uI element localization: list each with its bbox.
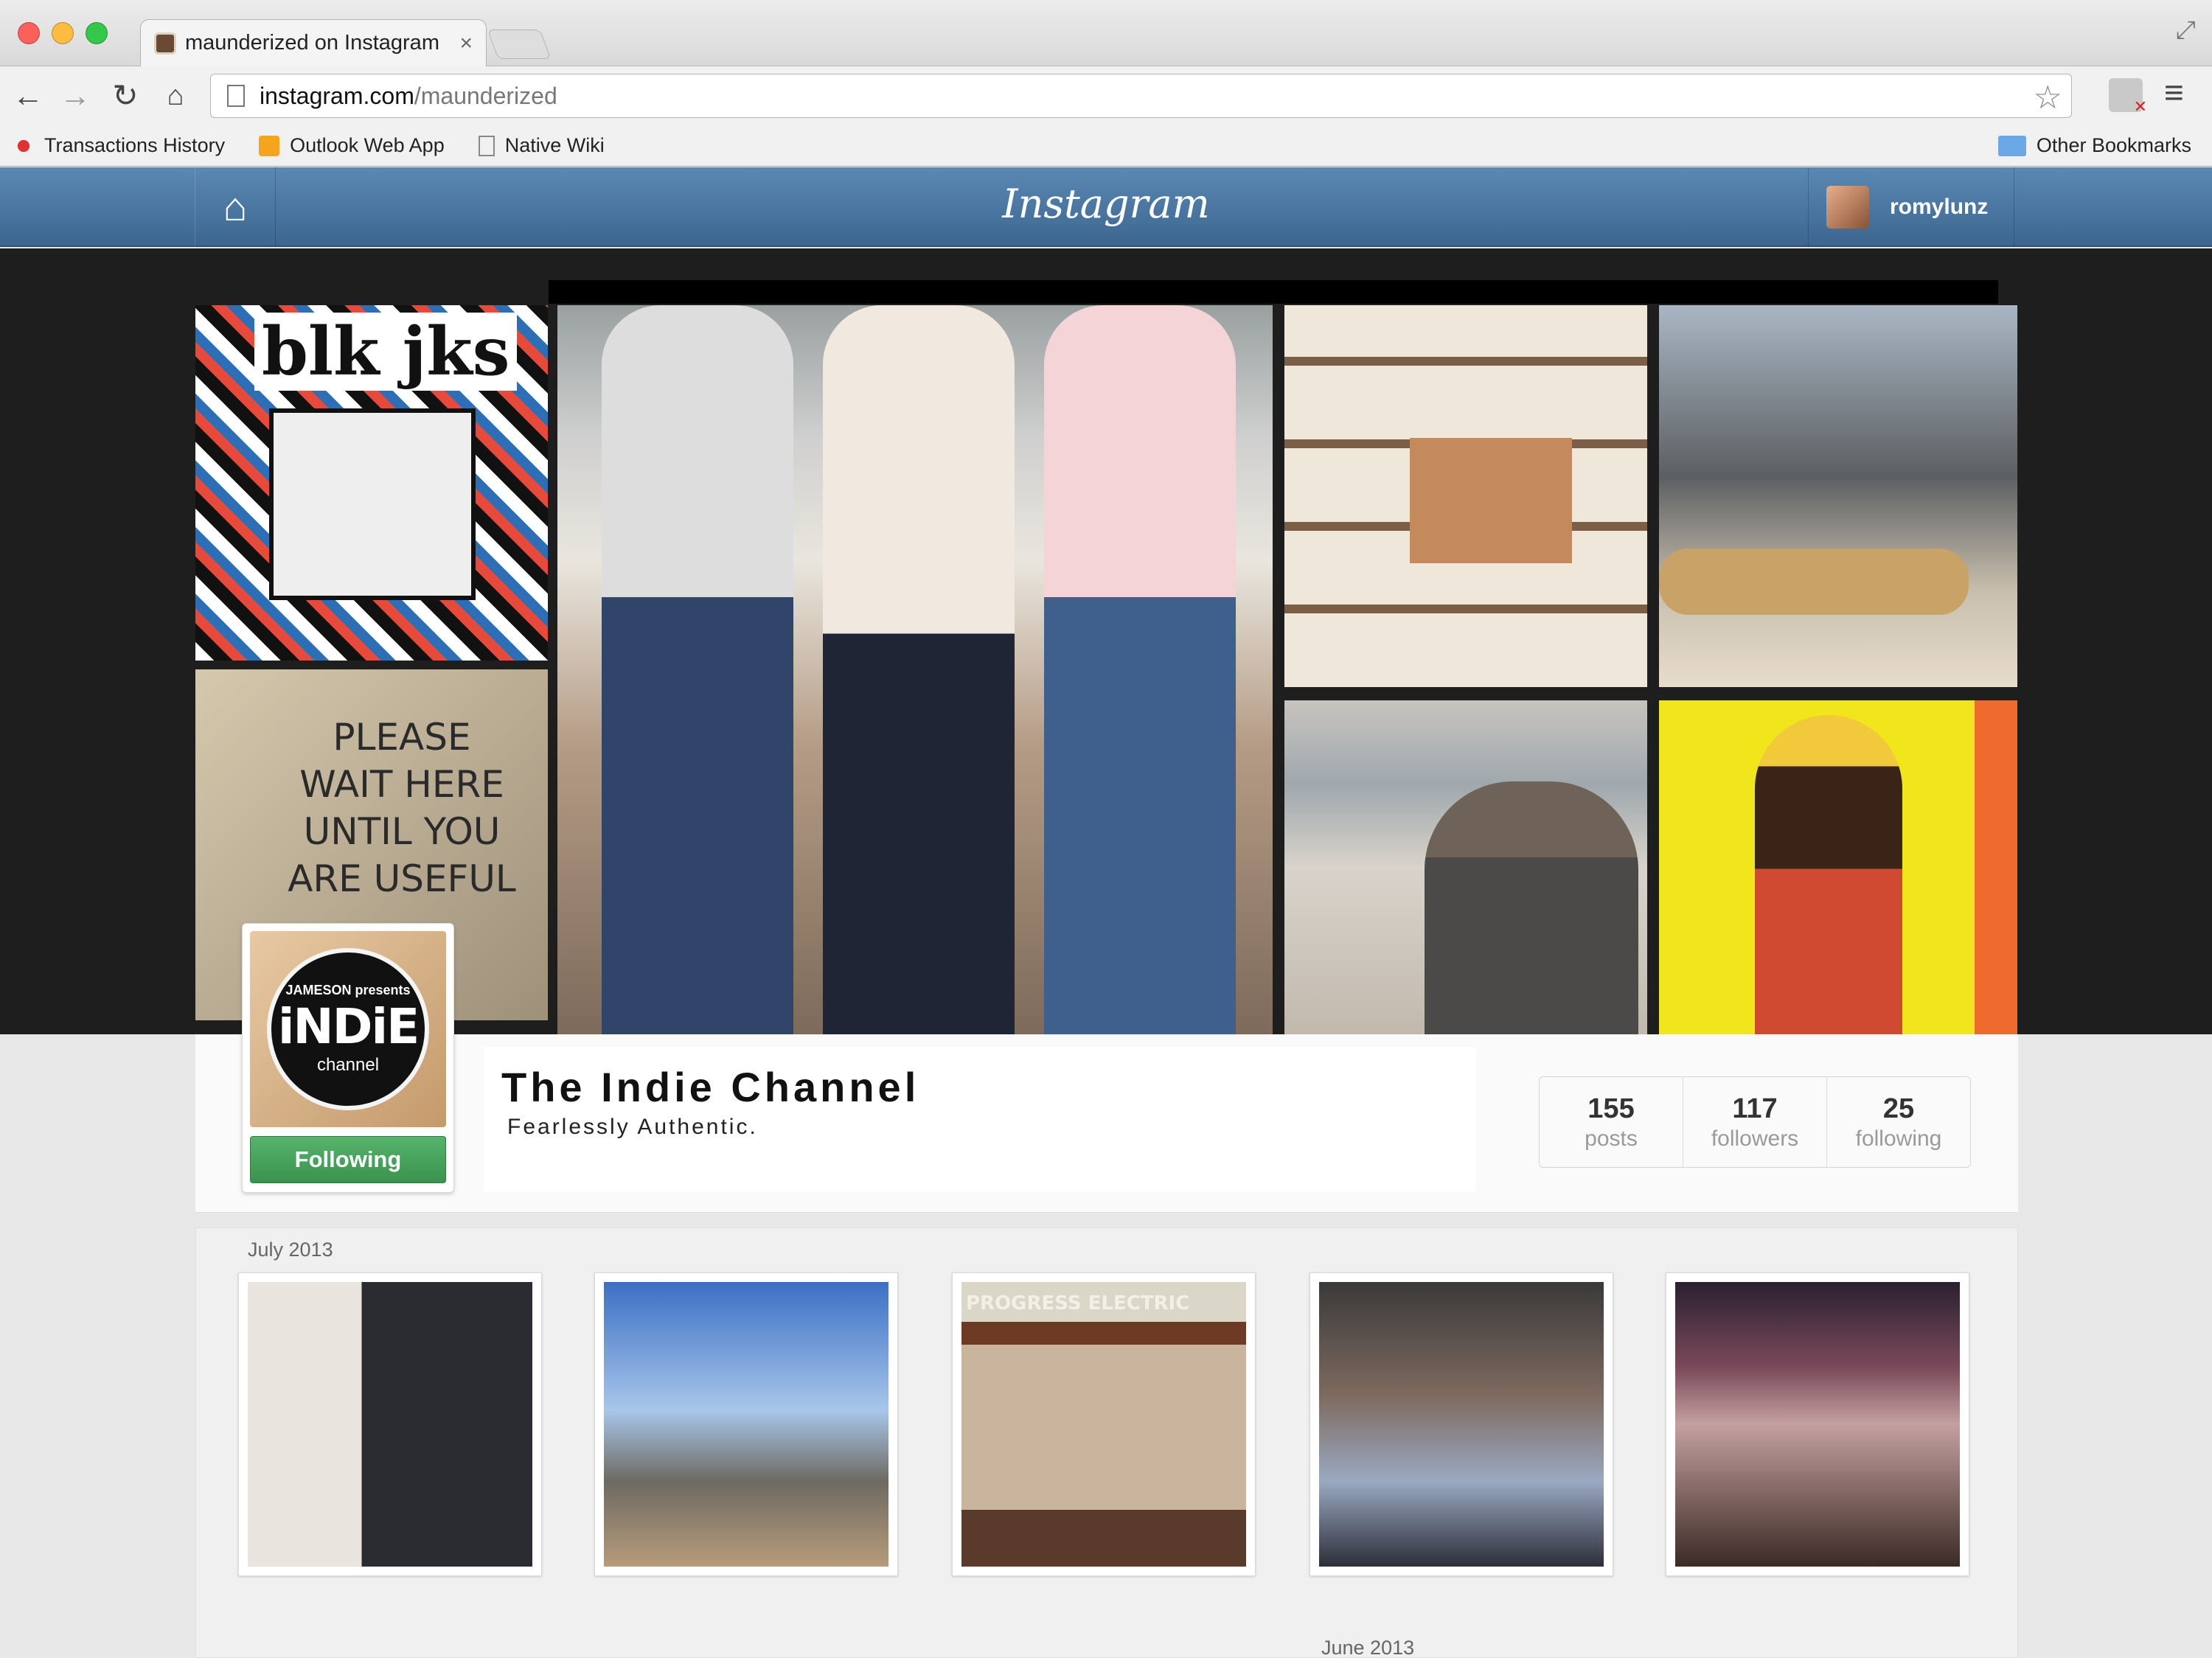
menu-icon[interactable]: ≡ (2164, 72, 2184, 112)
window-close-button[interactable] (18, 22, 40, 44)
person-shape (1755, 715, 1902, 1035)
tab-close-icon[interactable]: × (459, 31, 473, 56)
cover-photo-4[interactable] (1659, 305, 2017, 687)
profile-full-name: The Indie Channel (501, 1064, 920, 1110)
logo-line-3: channel (316, 1055, 380, 1075)
group-shape (1425, 781, 1638, 1035)
outlook-icon (259, 135, 280, 156)
forward-arrow-icon[interactable]: → (59, 75, 91, 116)
tab-title: maunderized on Instagram (185, 31, 439, 55)
new-tab-button[interactable] (487, 29, 552, 59)
logo-line-1: JAMESON presents (285, 983, 411, 997)
bookmark-transactions-history[interactable]: Transactions History (13, 134, 225, 157)
month-heading: June 2013 (1321, 1637, 1415, 1658)
feed-photo-3-text: PROGRESS ELECTRIC (966, 1292, 1190, 1314)
stat-label: followers (1711, 1126, 1799, 1151)
bookmark-label: Transactions History (44, 134, 226, 156)
profile-stats: 155 posts 117 followers 25 following (1539, 1076, 1971, 1168)
feed-photo-image (248, 1282, 532, 1567)
cover-photo-1-title: blk jks (254, 313, 518, 391)
profile-avatar[interactable]: JAMESON presents iNDiE channel (250, 931, 446, 1127)
instagram-header: ⌂ Instagram romylunz (0, 167, 2212, 247)
stat-following[interactable]: 25 following (1827, 1077, 1970, 1167)
home-icon[interactable]: ⌂ (159, 75, 192, 116)
cover-frame (549, 280, 1998, 304)
instagram-logo[interactable]: Instagram (959, 181, 1253, 227)
cover-photo-5[interactable] (1284, 700, 1647, 1035)
page-icon (227, 85, 245, 107)
house-icon: ⌂ (223, 185, 248, 229)
feed-photo-image: PROGRESS ELECTRIC (961, 1282, 1246, 1567)
feed-photo[interactable] (1310, 1272, 1613, 1576)
following-button[interactable]: Following (250, 1136, 446, 1183)
current-user-menu[interactable]: romylunz (1808, 167, 2014, 247)
stat-number: 155 (1587, 1093, 1635, 1124)
profile-avatar-box: JAMESON presents iNDiE channel Following (242, 923, 454, 1193)
person-shape (602, 305, 793, 1035)
stat-label: following (1855, 1126, 1942, 1151)
address-bar[interactable]: instagram.com /maunderized ☆ (210, 74, 2072, 118)
feed-photo-image (1319, 1282, 1604, 1567)
month-heading: July 2013 (248, 1239, 333, 1261)
browser-tab[interactable]: maunderized on Instagram × (140, 19, 487, 66)
document-icon (478, 135, 495, 156)
stat-label: posts (1585, 1126, 1638, 1151)
current-username: romylunz (1890, 195, 1989, 219)
bookmark-label: Outlook Web App (290, 134, 445, 156)
folder-icon (1997, 135, 2026, 156)
logo-line-2: iNDiE (277, 998, 420, 1055)
profile-name-box: The Indie Channel Fearlessly Authentic. (484, 1047, 1476, 1191)
flower-icon (13, 135, 34, 156)
stat-number: 117 (1732, 1093, 1778, 1124)
bookmark-label: Native Wiki (504, 134, 605, 156)
stat-number: 25 (1882, 1093, 1915, 1124)
feed-photo[interactable] (594, 1272, 898, 1576)
other-bookmarks-label: Other Bookmarks (2036, 134, 2191, 156)
cover-photo-2-sign: PLEASE WAIT HERE UNTIL YOU ARE USEFUL (288, 716, 516, 900)
feed-photo-image (604, 1282, 888, 1567)
cover-photo-3[interactable] (1284, 305, 1647, 687)
bookmark-star-icon[interactable]: ☆ (2034, 79, 2062, 116)
browser-title-bar: maunderized on Instagram × ⤢ (0, 0, 2212, 66)
fullscreen-icon[interactable]: ⤢ (2176, 16, 2196, 45)
feed-photo[interactable] (238, 1272, 542, 1576)
window-minimize-button[interactable] (52, 22, 74, 44)
cover-photo-6[interactable] (1659, 700, 2017, 1035)
avatar (1826, 186, 1869, 229)
indie-channel-logo: JAMESON presents iNDiE channel (267, 948, 429, 1110)
bookmark-outlook-web-app[interactable]: Outlook Web App (259, 134, 445, 157)
back-arrow-icon[interactable]: ← (12, 75, 44, 116)
reload-icon[interactable]: ↻ (109, 75, 142, 116)
stat-posts[interactable]: 155 posts (1540, 1077, 1683, 1167)
orange-stripe (1975, 700, 2017, 1035)
ig-home-button[interactable]: ⌂ (195, 167, 276, 247)
other-bookmarks[interactable]: Other Bookmarks (1997, 134, 2191, 157)
url-path: /maunderized (414, 82, 557, 109)
feed-photo[interactable] (1666, 1272, 1969, 1576)
window-maximize-button[interactable] (86, 22, 108, 44)
instagram-favicon-icon (154, 32, 176, 55)
bookmarks-bar: Transactions History Outlook Web App Nat… (0, 125, 2212, 167)
feed-photo[interactable]: PROGRESS ELECTRIC (952, 1272, 1256, 1576)
person-shape (823, 305, 1015, 1035)
cover-photo-main[interactable] (557, 305, 1273, 1035)
url-host: instagram.com (260, 82, 414, 109)
person-shape (1044, 305, 1236, 1035)
shelf-shape (1410, 438, 1572, 563)
sofa-shape (1659, 548, 1969, 615)
profile-bio: Fearlessly Authentic. (507, 1115, 758, 1139)
stat-followers[interactable]: 117 followers (1683, 1077, 1827, 1167)
extension-icon[interactable] (2109, 78, 2147, 116)
cover-photo-1-portraits (269, 408, 476, 600)
browser-toolbar: ← → ↻ ⌂ instagram.com /maunderized ☆ ≡ (0, 66, 2212, 125)
cover-photo-1[interactable]: blk jks (195, 305, 548, 661)
feed-photo-image (1675, 1282, 1960, 1567)
photo-feed: July 2013 PROGRESS ELECTRIC June 2013 (195, 1227, 2018, 1658)
bookmark-native-wiki[interactable]: Native Wiki (478, 134, 605, 157)
